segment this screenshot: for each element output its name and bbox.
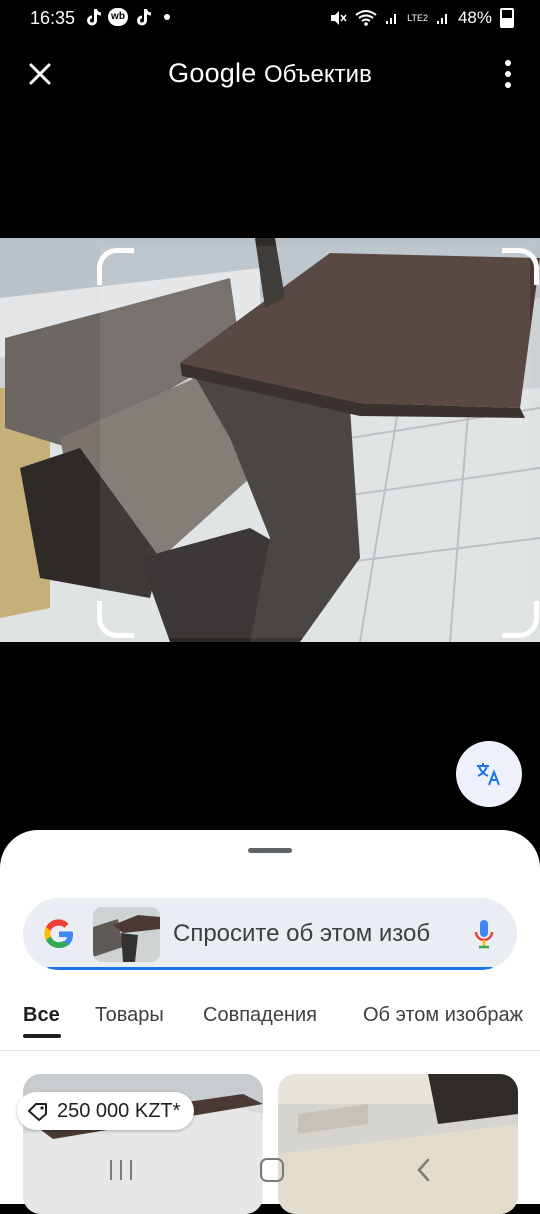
system-navigation-bar bbox=[0, 1140, 540, 1204]
google-logo-icon bbox=[44, 919, 73, 949]
signal-icon bbox=[386, 14, 397, 24]
microphone-icon[interactable] bbox=[473, 918, 495, 950]
sheet-drag-handle[interactable] bbox=[248, 848, 292, 853]
price-text: 250 000 KZT* bbox=[57, 1099, 181, 1122]
tab-products[interactable]: Товары bbox=[95, 1004, 164, 1027]
more-options-icon[interactable] bbox=[504, 58, 512, 90]
status-bar: 16:35 wb LTE2 48% bbox=[0, 0, 540, 38]
translate-button[interactable] bbox=[456, 741, 522, 807]
tab-about-image[interactable]: Об этом изображ bbox=[363, 1004, 523, 1027]
mute-icon bbox=[331, 11, 347, 25]
result-tabs: Все Товары Совпадения Об этом изображ bbox=[0, 990, 540, 1050]
dot-icon bbox=[164, 14, 170, 20]
tabs-divider bbox=[0, 1050, 540, 1051]
system-icons: LTE2 48% bbox=[329, 8, 514, 28]
crop-handle-top-left[interactable] bbox=[97, 248, 134, 285]
recent-apps-icon[interactable] bbox=[110, 1160, 132, 1180]
back-icon[interactable] bbox=[414, 1158, 434, 1182]
search-input[interactable]: Спросите об этом изоб bbox=[173, 920, 443, 948]
translate-icon bbox=[477, 763, 500, 786]
app-title: Google Объектив bbox=[0, 58, 540, 89]
price-badge: 250 000 KZT* bbox=[17, 1092, 195, 1130]
app-header: Google Объектив bbox=[0, 44, 540, 104]
wifi-icon bbox=[355, 10, 377, 26]
crop-handle-bottom-left[interactable] bbox=[97, 601, 134, 638]
tab-all[interactable]: Все bbox=[23, 1004, 60, 1027]
query-image-thumbnail[interactable] bbox=[93, 907, 160, 962]
battery-icon bbox=[500, 8, 514, 28]
crop-handle-bottom-right[interactable] bbox=[502, 601, 539, 638]
tiktok-icon bbox=[137, 9, 151, 26]
brand-name: Google bbox=[168, 58, 257, 88]
home-icon[interactable] bbox=[260, 1158, 284, 1182]
price-tag-icon bbox=[28, 1103, 47, 1121]
status-time: 16:35 bbox=[30, 8, 76, 28]
active-tab-indicator bbox=[23, 1034, 61, 1038]
crop-handle-top-right[interactable] bbox=[502, 248, 539, 285]
battery-percent: 48% bbox=[457, 8, 492, 27]
search-bar[interactable]: Спросите об этом изоб bbox=[23, 898, 517, 970]
crop-selection-frame[interactable] bbox=[97, 248, 539, 638]
tab-matches[interactable]: Совпадения bbox=[203, 1004, 317, 1027]
tiktok-icon bbox=[87, 9, 101, 26]
wb-icon: wb bbox=[108, 8, 128, 26]
signal-icon bbox=[436, 14, 447, 24]
lte-label: LTE2 bbox=[407, 12, 428, 23]
product-name: Объектив bbox=[263, 61, 372, 88]
notification-icons: wb bbox=[84, 8, 170, 26]
search-focus-underline bbox=[47, 967, 493, 970]
